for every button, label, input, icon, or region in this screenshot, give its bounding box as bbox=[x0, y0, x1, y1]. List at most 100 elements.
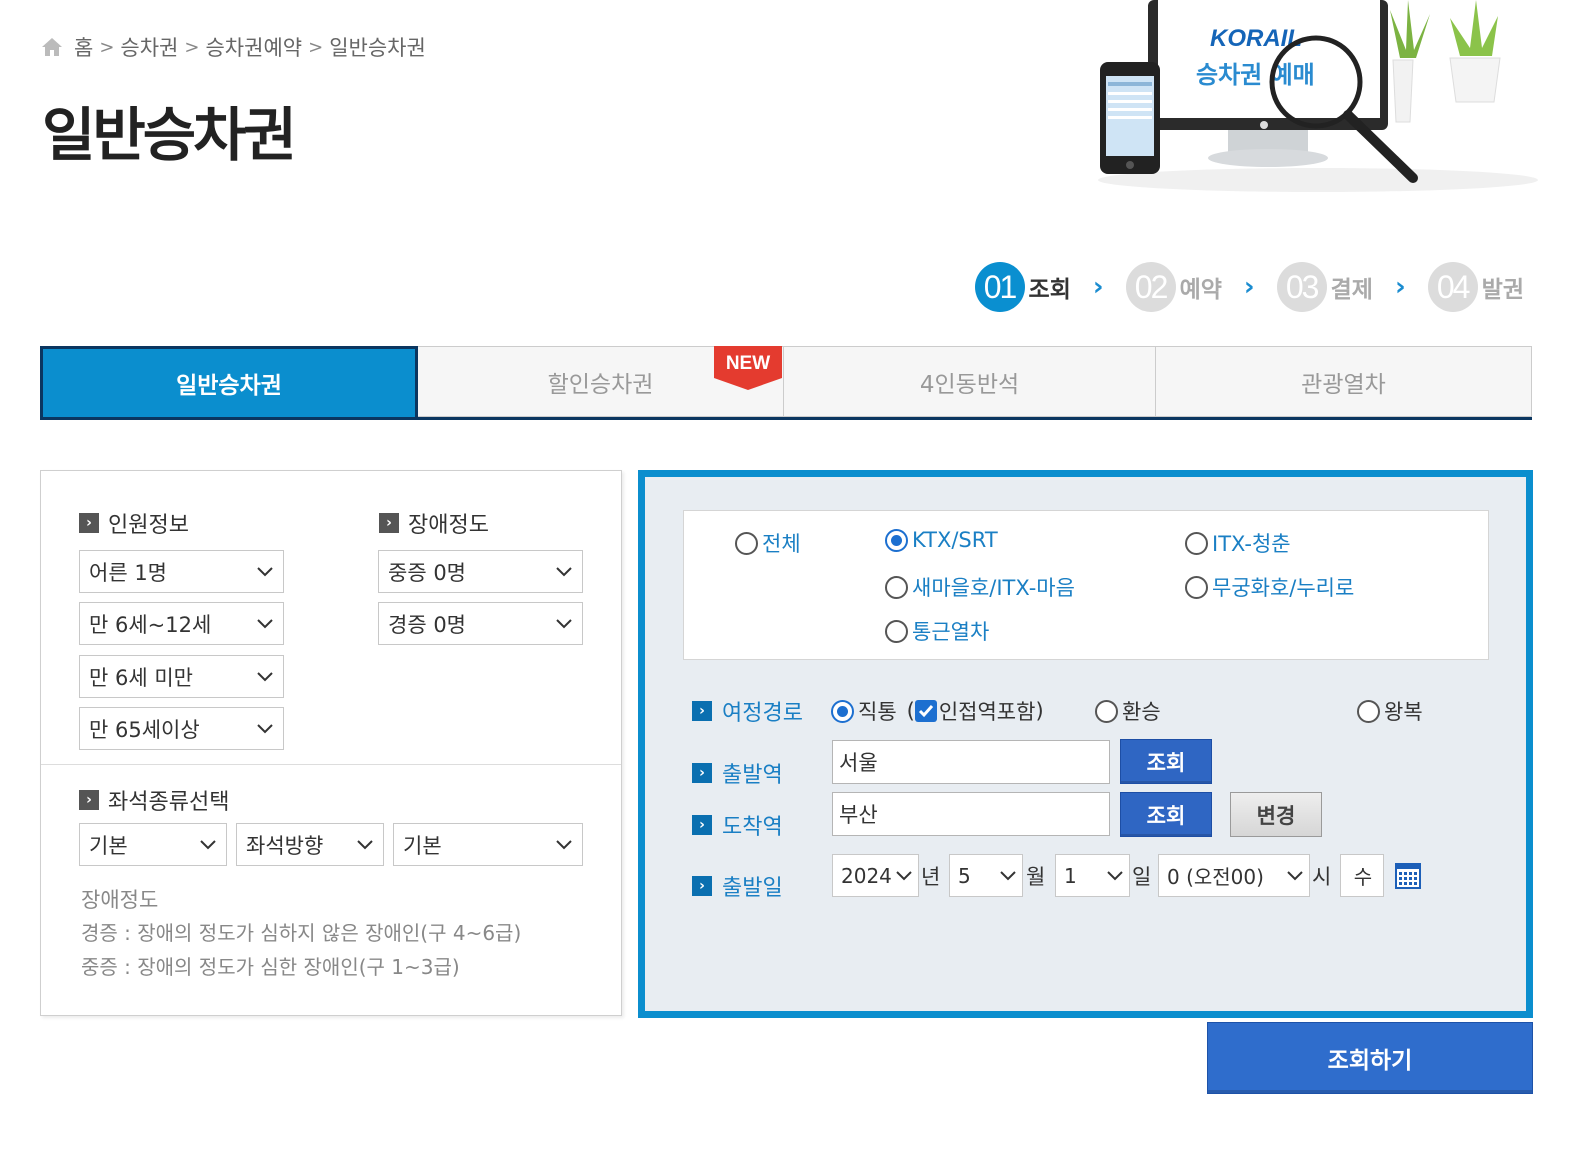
tab-group-seat[interactable]: 4인동반석 bbox=[784, 346, 1156, 417]
section-title: 장애정도 bbox=[408, 513, 489, 538]
route-round-trip-option[interactable]: 왕복 bbox=[1357, 696, 1423, 726]
select-value: 만 65세이상 bbox=[89, 717, 200, 742]
new-badge: NEW bbox=[714, 346, 782, 390]
adult-count-select[interactable]: 어른 1명 bbox=[79, 550, 284, 593]
chevron-down-icon bbox=[257, 618, 273, 628]
radio-button[interactable] bbox=[885, 619, 908, 643]
step-label: 발권 bbox=[1481, 277, 1524, 303]
step-label: 조회 bbox=[1028, 277, 1071, 303]
radio-button[interactable] bbox=[1095, 699, 1118, 723]
year-select[interactable]: 2024 bbox=[832, 854, 919, 897]
radio-button[interactable] bbox=[1185, 575, 1208, 599]
route-direct-option[interactable]: 직통 ( 인접역포함 ) bbox=[831, 696, 1044, 726]
select-value: 2024 bbox=[841, 863, 892, 888]
bullet-arrow-icon: › bbox=[79, 513, 99, 533]
step-search: 01 조회 › bbox=[974, 262, 1104, 312]
section-title: 좌석종류선택 bbox=[108, 790, 230, 815]
breadcrumb-current[interactable]: 일반승차권 bbox=[329, 32, 426, 62]
train-type-mugunghwa[interactable]: 무궁화호/누리로 bbox=[1185, 572, 1354, 602]
hero-caption: 승차권 예매 bbox=[1196, 61, 1315, 89]
train-type-itx-cheongchun[interactable]: ITX-청춘 bbox=[1185, 528, 1291, 558]
paren-open: ( bbox=[906, 699, 915, 723]
radio-button[interactable] bbox=[1357, 699, 1380, 723]
home-icon[interactable] bbox=[40, 36, 64, 58]
search-panel: 전체 KTX/SRT ITX-청춘 새마을호/ITX-마음 무궁화호/누리로 통… bbox=[638, 470, 1533, 1018]
bullet-arrow-icon: › bbox=[692, 815, 712, 835]
radio-label: 새마을호/ITX-마음 bbox=[912, 576, 1075, 600]
radio-label: 직통 bbox=[858, 700, 897, 724]
severe-disability-select[interactable]: 중증 0명 bbox=[378, 550, 583, 593]
seat-position-select[interactable]: 기본 bbox=[393, 823, 583, 866]
tab-discount-ticket[interactable]: 할인승차권 NEW bbox=[418, 346, 784, 417]
select-value: 만 6세~12세 bbox=[89, 612, 212, 637]
breadcrumb-home[interactable]: 홈 bbox=[74, 32, 93, 62]
breadcrumb-separator: > bbox=[308, 36, 324, 58]
train-type-box: 전체 KTX/SRT ITX-청춘 새마을호/ITX-마음 무궁화호/누리로 통… bbox=[683, 510, 1489, 660]
disability-section-title: › 장애정도 bbox=[379, 507, 489, 539]
radio-label: ITX-청춘 bbox=[1212, 532, 1291, 556]
train-type-ktx-srt[interactable]: KTX/SRT bbox=[885, 528, 998, 552]
breadcrumb-reservation[interactable]: 승차권예약 bbox=[205, 32, 302, 62]
search-trains-button[interactable]: 조회하기 bbox=[1207, 1022, 1533, 1094]
select-value: 기본 bbox=[89, 833, 128, 858]
bullet-arrow-icon: › bbox=[379, 513, 399, 533]
reservation-steps: 01 조회 › 02 예약 › 03 결제 › 04 발권 bbox=[953, 262, 1524, 312]
radio-button[interactable] bbox=[885, 575, 908, 599]
departure-station-input[interactable] bbox=[832, 740, 1110, 784]
chevron-down-icon bbox=[200, 839, 216, 849]
radio-button[interactable] bbox=[1185, 531, 1208, 555]
passenger-section-title: › 인원정보 bbox=[79, 507, 189, 539]
select-value: 좌석방향 bbox=[246, 833, 324, 858]
departure-search-button[interactable]: 조회 bbox=[1120, 739, 1212, 784]
row-label-text: 출발일 bbox=[722, 876, 783, 901]
chevron-right-icon: › bbox=[1394, 272, 1406, 302]
mild-disability-select[interactable]: 경증 0명 bbox=[378, 602, 583, 645]
step-number: 04 bbox=[1427, 262, 1478, 312]
row-label-text: 도착역 bbox=[722, 815, 783, 840]
route-transfer-option[interactable]: 환승 bbox=[1095, 696, 1161, 726]
tab-tour-train[interactable]: 관광열차 bbox=[1156, 346, 1532, 417]
breadcrumb-ticket[interactable]: 승차권 bbox=[120, 32, 178, 62]
arrival-station-input[interactable] bbox=[832, 792, 1110, 836]
train-type-all[interactable]: 전체 bbox=[735, 528, 801, 558]
select-value: 어른 1명 bbox=[89, 560, 167, 585]
bullet-arrow-icon: › bbox=[692, 763, 712, 783]
hour-select[interactable]: 0 (오전00) bbox=[1158, 854, 1310, 897]
tab-general-ticket[interactable]: 일반승차권 bbox=[40, 346, 418, 417]
new-badge-text: NEW bbox=[726, 353, 770, 374]
radio-button[interactable] bbox=[831, 699, 854, 723]
train-type-commuter[interactable]: 통근열차 bbox=[885, 616, 989, 646]
chevron-down-icon bbox=[896, 870, 912, 880]
nearby-checkbox[interactable] bbox=[914, 700, 937, 722]
step-label: 예약 bbox=[1179, 277, 1222, 303]
radio-button[interactable] bbox=[885, 528, 908, 552]
radio-label: KTX/SRT bbox=[912, 528, 998, 552]
day-select[interactable]: 1 bbox=[1055, 854, 1130, 897]
day-unit: 일 bbox=[1132, 865, 1152, 889]
senior-count-select[interactable]: 만 65세이상 bbox=[79, 707, 284, 750]
seat-type-select[interactable]: 기본 bbox=[79, 823, 227, 866]
chevron-down-icon bbox=[357, 839, 373, 849]
month-select[interactable]: 5 bbox=[949, 854, 1023, 897]
step-number: 02 bbox=[1125, 262, 1176, 312]
departure-date-label: › 출발일 bbox=[692, 870, 783, 902]
swap-stations-button[interactable]: 변경 bbox=[1230, 792, 1322, 837]
chevron-down-icon bbox=[257, 566, 273, 576]
page-title: 일반승차권 bbox=[42, 101, 297, 169]
select-value: 1 bbox=[1064, 863, 1077, 888]
infant-count-select[interactable]: 만 6세 미만 bbox=[79, 655, 284, 698]
chevron-right-icon: › bbox=[1092, 272, 1104, 302]
calendar-icon[interactable] bbox=[1395, 863, 1421, 889]
train-type-saemaeul[interactable]: 새마을호/ITX-마음 bbox=[885, 572, 1075, 602]
radio-label: 환승 bbox=[1122, 700, 1161, 724]
disability-note-mild: 경증 : 장애의 정도가 심하지 않은 장애인(구 4~6급) bbox=[81, 921, 522, 945]
seat-direction-select[interactable]: 좌석방향 bbox=[236, 823, 384, 866]
child-count-select[interactable]: 만 6세~12세 bbox=[79, 602, 284, 645]
radio-button[interactable] bbox=[735, 531, 758, 555]
radio-label: 전체 bbox=[762, 532, 801, 556]
chevron-down-icon bbox=[1000, 870, 1016, 880]
select-value: 5 bbox=[958, 863, 971, 888]
disability-note-severe: 중증 : 장애의 정도가 심한 장애인(구 1~3급) bbox=[81, 955, 460, 979]
arrival-search-button[interactable]: 조회 bbox=[1120, 792, 1212, 837]
section-title: 인원정보 bbox=[108, 513, 189, 538]
